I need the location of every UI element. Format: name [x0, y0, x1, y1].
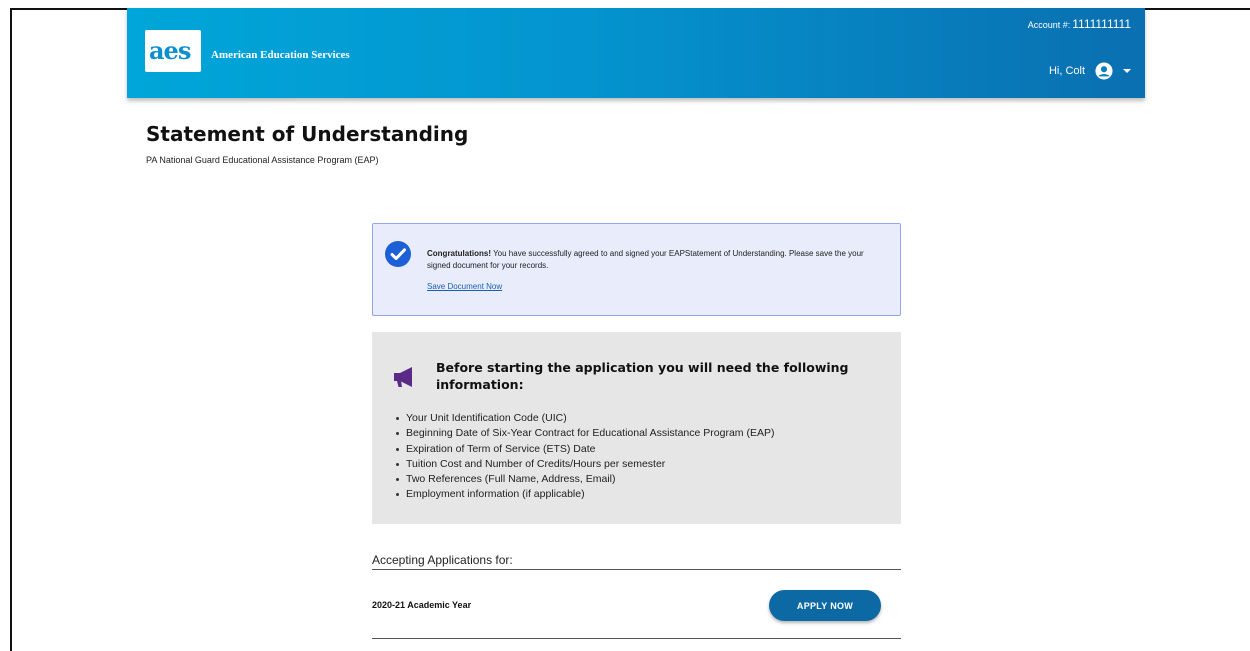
accepting-label: Accepting Applications for:: [372, 553, 513, 567]
aes-logo[interactable]: aes: [145, 30, 201, 72]
list-item: Employment information (if applicable): [396, 487, 774, 502]
alert-body: You have successfully agreed to and sign…: [427, 249, 864, 270]
list-item: Your Unit Identification Code (UIC): [396, 411, 774, 426]
check-circle-icon: [385, 241, 411, 267]
user-circle-icon: [1095, 62, 1113, 80]
requirements-list: Your Unit Identification Code (UIC) Begi…: [396, 411, 774, 503]
page-subtitle: PA National Guard Educational Assistance…: [146, 155, 379, 165]
apply-now-button[interactable]: APPLY NOW: [769, 590, 881, 621]
requirements-heading: Before starting the application you will…: [436, 360, 849, 392]
list-item: Two References (Full Name, Address, Emai…: [396, 472, 774, 487]
megaphone-icon: [394, 367, 412, 387]
academic-year-label: 2020-21 Academic Year: [372, 600, 472, 610]
save-document-link[interactable]: Save Document Now: [427, 282, 502, 291]
success-alert: Congratulations! You have successfully a…: [372, 223, 901, 316]
divider: [372, 638, 901, 639]
app-header: aes American Education Services Account …: [127, 8, 1145, 98]
user-greeting: Hi, Colt: [1048, 65, 1085, 77]
page-title: Statement of Understanding: [146, 122, 469, 146]
account-number: Account #: 1111111111: [1028, 17, 1131, 31]
user-menu[interactable]: Hi, Colt: [1049, 60, 1131, 82]
list-item: Beginning Date of Six-Year Contract for …: [396, 426, 774, 441]
account-label: Account #:: [1027, 20, 1071, 30]
requirements-box: Before starting the application you will…: [372, 332, 901, 524]
alert-strong: Congratulations!: [427, 249, 491, 258]
window-frame-left: [10, 8, 12, 651]
caret-down-icon: [1123, 69, 1131, 73]
org-name: American Education Services: [211, 49, 350, 61]
alert-message: Congratulations! You have successfully a…: [427, 248, 867, 272]
divider: [372, 569, 901, 570]
list-item: Tuition Cost and Number of Credits/Hours…: [396, 457, 774, 472]
account-value: 1111111111: [1072, 17, 1131, 31]
logo-text: aes: [149, 36, 191, 65]
list-item: Expiration of Term of Service (ETS) Date: [396, 442, 774, 457]
